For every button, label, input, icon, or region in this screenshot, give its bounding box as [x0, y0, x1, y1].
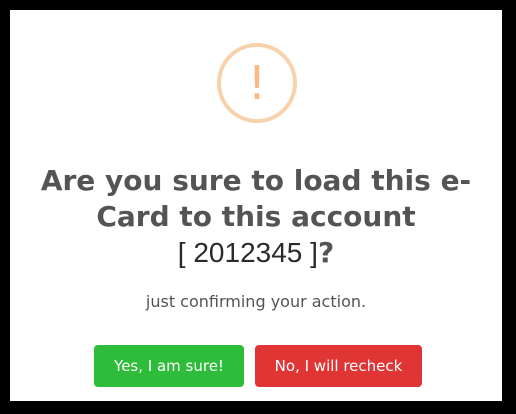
exclamation-icon: !: [217, 43, 297, 123]
account-number: 2012345: [193, 237, 303, 268]
dialog-title-line2: Card to this account: [96, 200, 416, 233]
confirmation-dialog: ! Are you sure to load this e- Card to t…: [10, 10, 502, 401]
cancel-button[interactable]: No, I will recheck: [255, 345, 422, 387]
dialog-title-line1: Are you sure to load this e-: [40, 164, 472, 197]
dialog-title: Are you sure to load this e- Card to thi…: [40, 163, 472, 271]
account-number-group: [ 2012345 ]: [178, 237, 318, 268]
dialog-message: just confirming your action.: [145, 292, 367, 311]
close-bracket: ]: [310, 237, 318, 268]
confirm-button[interactable]: Yes, I am sure!: [94, 345, 244, 387]
open-bracket: [: [177, 237, 186, 268]
exclamation-mark: !: [247, 56, 267, 110]
question-mark: ?: [317, 236, 335, 269]
